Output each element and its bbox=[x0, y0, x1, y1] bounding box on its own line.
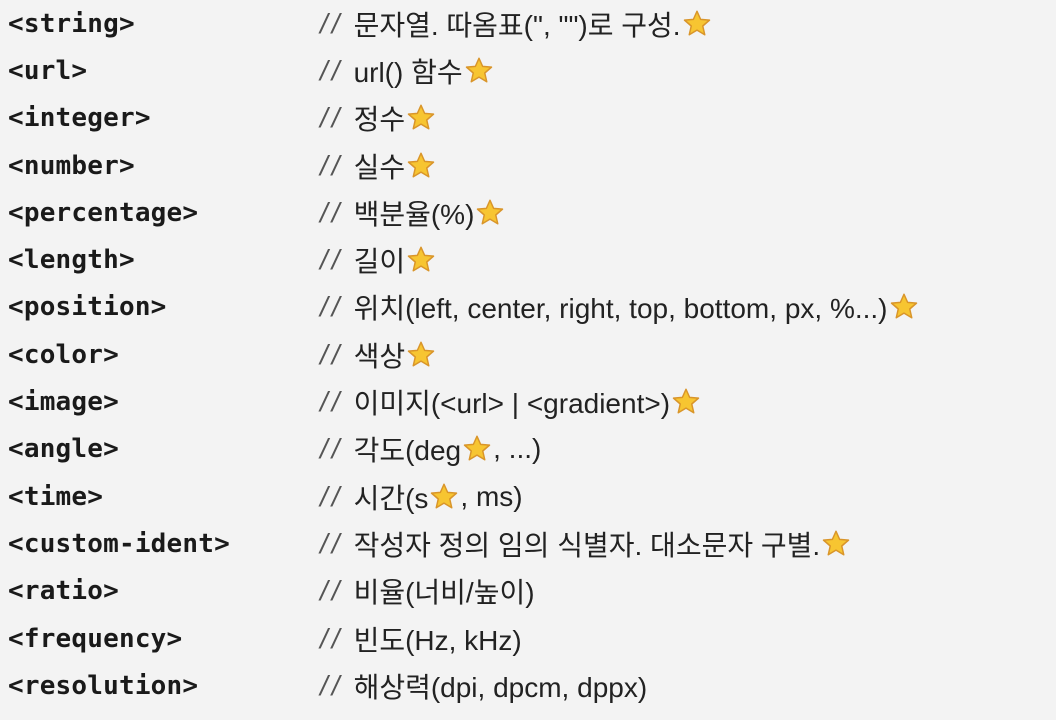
comment-separator: // bbox=[320, 196, 344, 228]
list-item: <image> // 이미지(<url> | <gradient>) bbox=[8, 378, 1056, 425]
data-type-name: <color> bbox=[8, 339, 119, 370]
comment-separator: // bbox=[320, 54, 344, 86]
list-item: <number> // 실수 bbox=[8, 142, 1056, 189]
comment-text: 빈도(Hz, kHz) bbox=[353, 624, 522, 656]
star-icon bbox=[475, 198, 505, 228]
comment-separator: // bbox=[320, 386, 344, 418]
comment-text: 해상력(dpi, dpcm, dppx) bbox=[353, 671, 648, 703]
data-type-comment: // 각도(deg , ...) bbox=[320, 429, 541, 469]
list-item: <position> // 위치(left, center, right, top,… bbox=[8, 284, 1056, 331]
comment-separator: // bbox=[320, 7, 344, 39]
css-data-types-slide: <string> // 문자열. 따옴표(", "")로 구성. <url> // url… bbox=[0, 0, 1056, 720]
data-type-name: <frequency> bbox=[8, 623, 183, 654]
star-icon bbox=[821, 529, 851, 559]
comment-text: url() 함수 bbox=[353, 56, 463, 88]
comment-separator: // bbox=[320, 291, 344, 323]
data-type-comment: // 백분율(%) bbox=[320, 193, 506, 233]
data-type-comment: // 이미지(<url> | <gradient>) bbox=[320, 382, 702, 422]
data-type-comment: // 실수 bbox=[320, 146, 437, 186]
star-icon bbox=[462, 434, 492, 464]
comment-separator: // bbox=[320, 669, 344, 701]
list-item: <integer> // 정수 bbox=[8, 95, 1056, 142]
list-item: <custom-ident> // 작성자 정의 임의 식별자. 대소문자 구별. bbox=[8, 520, 1056, 567]
star-icon bbox=[406, 245, 436, 275]
data-type-name: <time> bbox=[8, 481, 104, 512]
comment-separator: // bbox=[320, 102, 344, 134]
data-type-comment: // 위치(left, center, right, top, bottom, p… bbox=[320, 287, 920, 327]
star-icon bbox=[406, 340, 436, 370]
comment-text: , ms) bbox=[460, 480, 523, 512]
list-item: <ratio> // 비율(너비/높이) bbox=[8, 568, 1056, 615]
comment-text: 문자열. 따옴표(", "")로 구성. bbox=[353, 9, 681, 41]
comment-text: , ...) bbox=[493, 433, 542, 465]
data-type-comment: // 길이 bbox=[320, 240, 437, 280]
comment-separator: // bbox=[320, 149, 344, 181]
data-type-comment: // 비율(너비/높이) bbox=[320, 571, 535, 611]
star-icon bbox=[671, 387, 701, 417]
list-item: <resolution> // 해상력(dpi, dpcm, dppx) bbox=[8, 662, 1056, 709]
data-type-name: <image> bbox=[8, 387, 119, 418]
star-icon bbox=[682, 9, 712, 39]
data-type-list: <string> // 문자열. 따옴표(", "")로 구성. <url> // url… bbox=[8, 0, 1056, 709]
star-icon bbox=[406, 151, 436, 181]
list-item: <length> // 길이 bbox=[8, 236, 1056, 283]
data-type-comment: // 작성자 정의 임의 식별자. 대소문자 구별. bbox=[320, 524, 852, 564]
star-icon bbox=[406, 103, 436, 133]
data-type-comment: // 해상력(dpi, dpcm, dppx) bbox=[320, 666, 647, 706]
data-type-comment: // 빈도(Hz, kHz) bbox=[320, 619, 522, 659]
data-type-name: <length> bbox=[8, 245, 135, 276]
data-type-name: <integer> bbox=[8, 103, 151, 134]
comment-separator: // bbox=[320, 622, 344, 654]
comment-separator: // bbox=[320, 480, 344, 512]
comment-text: 각도(deg bbox=[353, 435, 462, 467]
data-type-name: <url> bbox=[8, 55, 88, 86]
data-type-name: <ratio> bbox=[8, 576, 119, 607]
comment-text: 실수 bbox=[353, 151, 406, 183]
comment-separator: // bbox=[320, 575, 344, 607]
data-type-name: <custom-ident> bbox=[8, 528, 230, 559]
list-item: <string> // 문자열. 따옴표(", "")로 구성. bbox=[8, 0, 1056, 47]
star-icon bbox=[889, 292, 919, 322]
comment-text: 길이 bbox=[353, 246, 406, 278]
comment-separator: // bbox=[320, 244, 344, 276]
list-item: <angle> // 각도(deg , ...) bbox=[8, 426, 1056, 473]
comment-text: 위치(left, center, right, top, bottom, px,… bbox=[353, 293, 888, 325]
comment-text: 비율(너비/높이) bbox=[353, 577, 535, 609]
comment-text: 색상 bbox=[353, 340, 406, 372]
list-item: <frequency> // 빈도(Hz, kHz) bbox=[8, 615, 1056, 662]
list-item: <time> // 시간(s , ms) bbox=[8, 473, 1056, 520]
comment-text: 정수 bbox=[353, 104, 406, 136]
comment-separator: // bbox=[320, 527, 344, 559]
data-type-name: <angle> bbox=[8, 434, 119, 465]
list-item: <color> // 색상 bbox=[8, 331, 1056, 378]
data-type-comment: // url() 함수 bbox=[320, 51, 495, 91]
data-type-name: <number> bbox=[8, 150, 135, 181]
comment-separator: // bbox=[320, 433, 344, 465]
comment-text: 작성자 정의 임의 식별자. 대소문자 구별. bbox=[353, 529, 821, 561]
comment-text: 백분율(%) bbox=[353, 198, 475, 230]
data-type-name: <string> bbox=[8, 8, 135, 39]
comment-text: 시간(s bbox=[353, 482, 429, 514]
data-type-name: <percentage> bbox=[8, 197, 199, 228]
data-type-name: <position> bbox=[8, 292, 167, 323]
data-type-comment: // 문자열. 따옴표(", "")로 구성. bbox=[320, 4, 713, 44]
comment-text: 이미지(<url> | <gradient>) bbox=[353, 388, 671, 420]
star-icon bbox=[464, 56, 494, 86]
list-item: <url> // url() 함수 bbox=[8, 47, 1056, 94]
data-type-comment: // 정수 bbox=[320, 98, 437, 138]
data-type-comment: // 시간(s , ms) bbox=[320, 477, 523, 517]
data-type-comment: // 색상 bbox=[320, 335, 437, 375]
data-type-name: <resolution> bbox=[8, 670, 199, 701]
comment-separator: // bbox=[320, 338, 344, 370]
star-icon bbox=[429, 482, 459, 512]
list-item: <percentage> // 백분율(%) bbox=[8, 189, 1056, 236]
